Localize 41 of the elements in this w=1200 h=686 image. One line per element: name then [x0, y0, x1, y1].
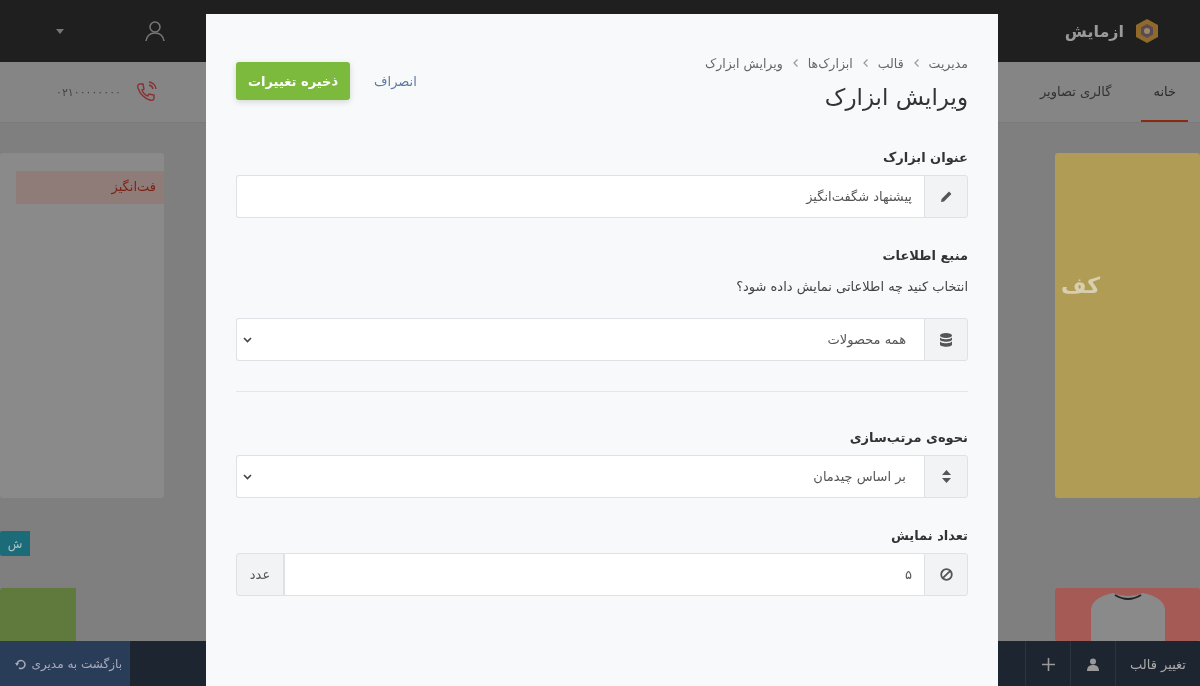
user-icon[interactable] [1087, 657, 1100, 671]
select-field[interactable]: بر اساس چیدمان [236, 455, 924, 498]
help-text: انتخاب کنید چه اطلاعاتی نمایش داده شود؟ [735, 279, 968, 294]
breadcrumb-link[interactable]: مدیریت [928, 55, 968, 71]
number-field[interactable]: ۵ [284, 553, 924, 596]
hexagon-logo-icon [1136, 19, 1158, 43]
select-field[interactable]: همه محصولات [236, 318, 924, 361]
database-icon [940, 332, 952, 347]
breadcrumb-current: ویرایش ابزارک [704, 55, 783, 71]
field-label: عنوان ابزارک [881, 150, 968, 165]
breadcrumb-link[interactable]: ابزارک‌ها [807, 55, 853, 71]
unit-label: عدد [236, 553, 284, 596]
user-icon[interactable] [144, 20, 166, 42]
breadcrumb-link[interactable]: قالب [877, 55, 904, 71]
change-theme-link[interactable]: تغییر قالب [1115, 641, 1200, 686]
pencil-icon [939, 190, 953, 203]
chevron-down-icon [243, 336, 252, 343]
site-name[interactable]: ازمایش [1064, 21, 1124, 41]
field-label: منبع اطلاعات [881, 248, 968, 263]
chevron-icon [862, 59, 868, 67]
ban-icon [939, 568, 953, 581]
nav-tab[interactable]: خانه [1141, 62, 1188, 122]
chevron-down-icon [243, 473, 252, 480]
text-field[interactable]: پیشنهاد شگفت‌انگیز [236, 175, 924, 218]
dialog-title: ویرایش ابزارک [823, 84, 968, 110]
nav-tab[interactable]: گالری تصاویر [1027, 62, 1124, 122]
undo-icon [14, 658, 26, 670]
back-to-admin-button[interactable]: بازگشت به مدیری [0, 641, 130, 686]
chevron-icon [792, 59, 798, 67]
chevron-icon [913, 59, 919, 67]
plus-icon[interactable] [1041, 657, 1055, 671]
phone-number: ۰۲۱۰۰۰۰۰۰۰۰ [56, 85, 121, 99]
sort-icon [941, 470, 951, 483]
field-label: تعداد نمایش [889, 528, 968, 543]
phone-icon [135, 81, 157, 103]
promo-title: کف [1060, 273, 1100, 298]
caret-icon[interactable] [56, 28, 64, 34]
cancel-link[interactable]: انصراف [374, 73, 417, 89]
field-label: نحوه‌ی مرتب‌سازی [848, 430, 968, 445]
more-button[interactable]: ش [0, 531, 30, 556]
widget-title: فت‌انگیز [16, 171, 164, 204]
